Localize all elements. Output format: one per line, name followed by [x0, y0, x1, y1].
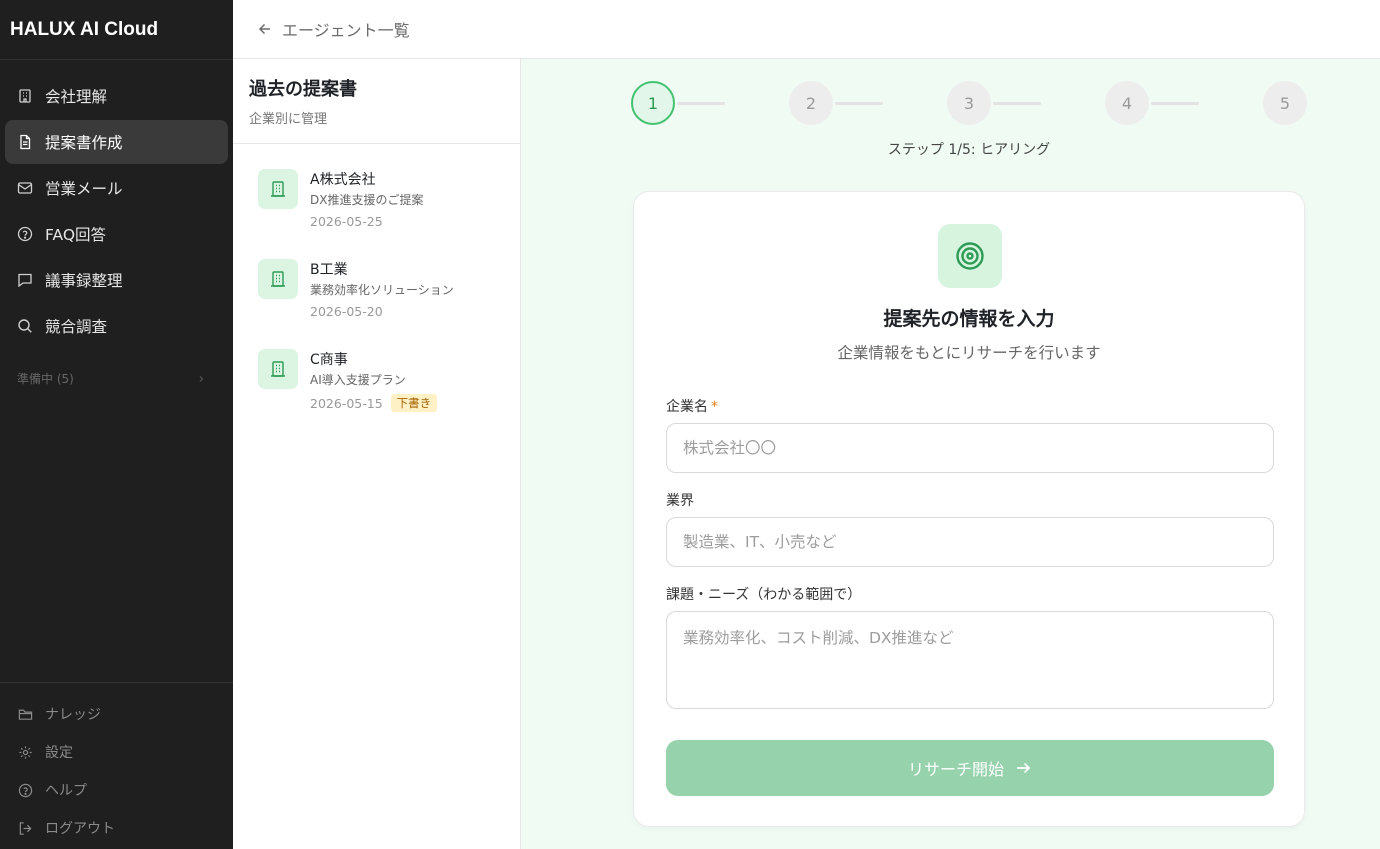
top-header: エージェント一覧	[233, 0, 1380, 59]
sidebar-item-label: 営業メール	[45, 180, 123, 198]
sidebar-item-proposal[interactable]: 提案書作成	[5, 120, 228, 164]
sidebar-item-label: 設定	[45, 745, 73, 761]
sidebar-item-label: 議事録整理	[45, 272, 123, 290]
proposal-item[interactable]: A株式会社 DX推進支援のご提案 2026-05-25	[233, 144, 520, 234]
building-icon	[19, 89, 31, 103]
sidebar-item-label: 提案書作成	[45, 134, 123, 152]
step-1: 1	[631, 81, 675, 125]
step-connector	[677, 102, 725, 105]
proposal-date: 2026-05-20	[310, 304, 383, 319]
proposal-company: C商事	[310, 352, 348, 368]
logout-icon	[19, 821, 32, 835]
step-label: ステップ 1/5: ヒアリング	[887, 142, 1051, 158]
company-name-input[interactable]	[666, 423, 1274, 473]
proposal-company: A株式会社	[310, 172, 376, 188]
document-icon	[20, 134, 31, 150]
arrow-left-icon	[258, 23, 270, 35]
history-title: 過去の提案書	[249, 79, 357, 100]
main-content: 1 2 3 4 5 ステップ 1/5: ヒアリング 提案先の情報を入力 企業情報…	[521, 59, 1380, 849]
help-circle-icon	[18, 783, 33, 797]
sidebar-item-settings[interactable]: 設定	[0, 733, 233, 771]
step-connector	[835, 102, 883, 105]
industry-label: 業界	[666, 493, 694, 509]
pending-label: 準備中 (5)	[17, 372, 74, 386]
draft-badge: 下書き	[390, 394, 438, 412]
search-icon	[18, 319, 32, 333]
sidebar-item-sales-mail[interactable]: 営業メール	[5, 166, 228, 210]
step-connector	[993, 102, 1041, 105]
folder-icon	[18, 709, 33, 720]
proposal-date: 2026-05-15	[310, 395, 383, 411]
step-connector	[1151, 102, 1199, 105]
history-subtitle: 企業別に管理	[249, 112, 328, 127]
company-icon	[258, 349, 298, 389]
sidebar-item-logout[interactable]: ログアウト	[0, 809, 233, 847]
proposal-item[interactable]: C商事 AI導入支援プラン 2026-05-15 下書き	[233, 324, 520, 414]
sidebar-item-label: 会社理解	[45, 88, 108, 106]
sidebar-nav: 会社理解 提案書作成 営業メール FAQ回答 議事録整理 競合調査	[0, 60, 233, 348]
start-research-label: リサーチ開始	[907, 760, 1004, 779]
target-icon	[938, 224, 1002, 288]
step-4: 4	[1105, 81, 1149, 125]
sidebar-item-minutes[interactable]: 議事録整理	[5, 258, 228, 302]
step-5: 5	[1263, 81, 1307, 125]
gear-icon	[19, 745, 32, 759]
proposal-date: 2026-05-25	[310, 214, 383, 229]
pending-group[interactable]: 準備中 (5)	[0, 370, 233, 387]
sidebar-item-help[interactable]: ヘルプ	[0, 771, 233, 809]
step-3: 3	[947, 81, 991, 125]
back-to-agents-link[interactable]: エージェント一覧	[257, 17, 410, 41]
sidebar-item-label: 競合調査	[45, 318, 108, 336]
sidebar-item-company[interactable]: 会社理解	[5, 74, 228, 118]
proposal-history-panel: 過去の提案書 企業別に管理 A株式会社 DX推進支援のご提案 2026-05-2…	[233, 59, 521, 849]
step-2: 2	[789, 81, 833, 125]
chevron-right-icon	[199, 375, 204, 382]
sidebar-item-label: ログアウト	[45, 821, 115, 837]
needs-label: 課題・ニーズ（わかる範囲で）	[666, 587, 862, 603]
brand-title: HALUX AI Cloud	[0, 0, 233, 60]
proposal-title: AI導入支援プラン	[310, 373, 406, 387]
required-mark: *	[711, 399, 718, 415]
sidebar-item-knowledge[interactable]: ナレッジ	[0, 695, 233, 733]
proposal-title: 業務効率化ソリューション	[310, 283, 454, 297]
message-square-icon	[18, 273, 32, 288]
form-title: 提案先の情報を入力	[883, 308, 1055, 330]
back-label: エージェント一覧	[282, 21, 410, 40]
help-circle-icon	[17, 226, 33, 242]
company-icon	[258, 169, 298, 209]
history-header: 過去の提案書 企業別に管理	[233, 59, 520, 144]
needs-textarea[interactable]	[666, 611, 1274, 709]
company-name-label-text: 企業名	[666, 399, 708, 415]
sidebar-item-label: ナレッジ	[45, 707, 101, 723]
industry-input[interactable]	[666, 517, 1274, 567]
proposal-title: DX推進支援のご提案	[310, 193, 424, 207]
sidebar-item-label: ヘルプ	[45, 783, 87, 799]
arrow-right-icon	[1017, 762, 1031, 774]
sidebar-item-competitor[interactable]: 競合調査	[5, 304, 228, 348]
proposal-company: B工業	[310, 262, 348, 278]
start-research-button[interactable]: リサーチ開始	[666, 740, 1274, 796]
company-name-label: 企業名 *	[666, 396, 718, 416]
proposal-item[interactable]: B工業 業務効率化ソリューション 2026-05-20	[233, 234, 520, 324]
mail-icon	[17, 182, 33, 194]
sidebar-bottom: ナレッジ 設定 ヘルプ ログアウト	[0, 682, 233, 849]
sidebar-item-label: FAQ回答	[45, 226, 107, 244]
stepper: 1 2 3 4 5	[521, 81, 1380, 127]
sidebar: HALUX AI Cloud 会社理解 提案書作成 営業メール FAQ回答 議事…	[0, 0, 233, 849]
company-icon	[258, 259, 298, 299]
sidebar-item-faq[interactable]: FAQ回答	[5, 212, 228, 256]
hearing-form-card: 提案先の情報を入力 企業情報をもとにリサーチを行います 企業名* 業界 課題・ニ…	[633, 191, 1305, 827]
form-subtitle: 企業情報をもとにリサーチを行います	[837, 344, 1101, 362]
